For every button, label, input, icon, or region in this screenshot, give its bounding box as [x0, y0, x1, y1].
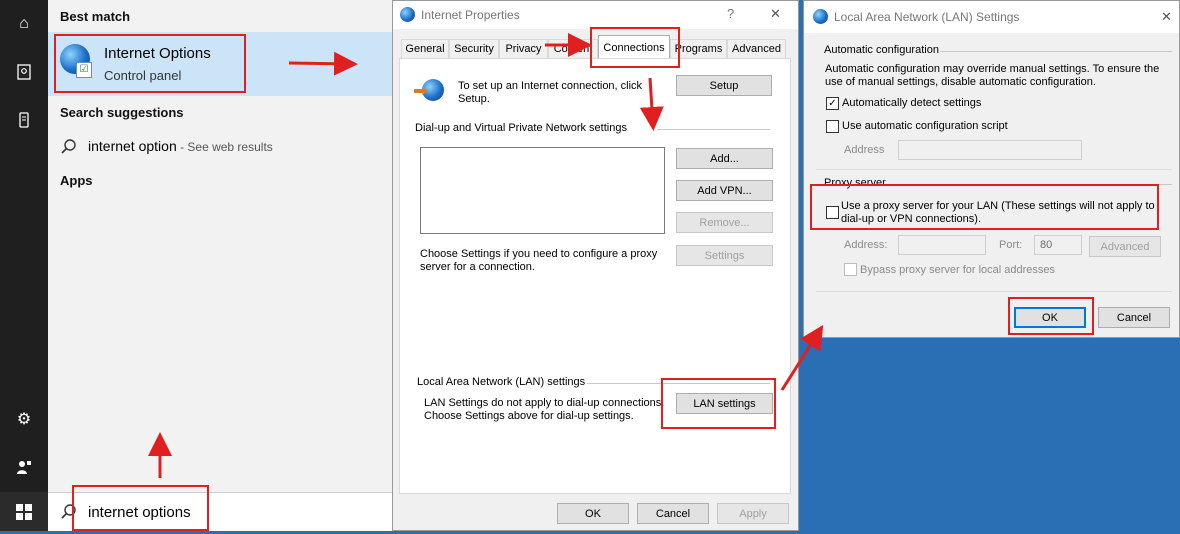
tab-security[interactable]: Security [449, 39, 499, 58]
auto-config-note: Automatic configuration may override man… [825, 63, 1160, 88]
internet-properties-dialog: Internet Properties ? ✕ General Security… [392, 0, 799, 531]
internet-properties-titlebar: Internet Properties ? ✕ [393, 1, 798, 29]
settings-button[interactable]: Settings [676, 245, 773, 266]
web-suggestion-item[interactable]: internet option - See web results [48, 134, 392, 160]
add-button[interactable]: Add... [676, 148, 773, 169]
highlight-best-match [54, 34, 246, 93]
highlight-connections-tab [590, 27, 680, 68]
tab-privacy[interactable]: Privacy [499, 39, 548, 58]
lan-note-1: LAN Settings do not apply to dial-up con… [424, 397, 665, 409]
internet-globe-icon [400, 7, 415, 22]
cancel-button[interactable]: Cancel [637, 503, 709, 524]
highlight-lan-settings-button [661, 378, 776, 429]
port-label: Port: [999, 239, 1023, 251]
best-match-heading: Best match [60, 9, 131, 24]
highlight-ok-button [1008, 297, 1094, 335]
tab-advanced[interactable]: Advanced [727, 39, 786, 58]
bypass-local-label: Bypass proxy server for local addresses [860, 264, 1056, 276]
lan-note-2: Choose Settings above for dial-up settin… [424, 410, 634, 422]
address-label: Address [844, 144, 885, 156]
start-menu-sidebar: ⌂ ⚙ [0, 0, 48, 531]
dialog-title: Internet Properties [421, 8, 520, 22]
advanced-button[interactable]: Advanced [1089, 236, 1161, 257]
group-frame-bottom [816, 169, 1172, 170]
lan-cancel-button[interactable]: Cancel [1098, 307, 1170, 328]
lan-settings-dialog: Local Area Network (LAN) Settings ✕ Auto… [803, 0, 1180, 338]
group-frame-bottom [816, 291, 1172, 292]
auto-detect-label: Automatically detect settings [842, 97, 982, 109]
windows-logo-icon [16, 504, 32, 520]
apply-button[interactable]: Apply [717, 503, 789, 524]
group-divider [940, 51, 1172, 52]
device-icon[interactable] [12, 108, 36, 132]
auto-script-label: Use automatic configuration script [842, 120, 1008, 132]
group-divider [657, 129, 770, 130]
windows-start-button[interactable] [0, 492, 48, 531]
setup-text: To set up an Internet connection, click … [458, 80, 643, 105]
bypass-local-checkbox[interactable] [844, 263, 857, 276]
highlight-use-proxy [810, 184, 1159, 230]
internet-globe-icon [813, 9, 828, 24]
home-icon[interactable]: ⌂ [12, 12, 36, 36]
script-address-input[interactable] [898, 140, 1082, 160]
help-button[interactable]: ? [727, 6, 734, 21]
search-icon [61, 139, 76, 154]
documents-icon[interactable] [12, 60, 36, 84]
connections-list[interactable] [420, 147, 665, 234]
highlight-search-box [72, 485, 209, 531]
user-feedback-icon[interactable] [12, 455, 36, 479]
close-icon[interactable]: ✕ [770, 6, 781, 22]
auto-config-heading: Automatic configuration [824, 44, 939, 56]
auto-script-checkbox[interactable] [826, 120, 839, 133]
lan-settings-titlebar: Local Area Network (LAN) Settings ✕ [804, 1, 1179, 33]
dialog-title: Local Area Network (LAN) Settings [834, 10, 1020, 24]
suggestion-text: internet option - See web results [88, 138, 273, 154]
apps-heading: Apps [60, 173, 93, 188]
auto-detect-checkbox[interactable]: ✓ [826, 97, 839, 110]
setup-button[interactable]: Setup [676, 75, 772, 96]
search-suggestions-heading: Search suggestions [60, 105, 184, 120]
settings-gear-icon[interactable]: ⚙ [12, 407, 36, 431]
proxy-address-input[interactable] [898, 235, 986, 255]
add-vpn-button[interactable]: Add VPN... [676, 180, 773, 201]
ok-button[interactable]: OK [557, 503, 629, 524]
proxy-note: Choose Settings if you need to configure… [420, 248, 658, 273]
remove-button[interactable]: Remove... [676, 212, 773, 233]
close-icon[interactable]: ✕ [1161, 9, 1172, 25]
proxy-address-label: Address: [844, 239, 888, 251]
port-input[interactable]: 80 [1034, 235, 1082, 255]
lan-settings-heading: Local Area Network (LAN) settings [417, 376, 586, 388]
dialup-vpn-heading: Dial-up and Virtual Private Network sett… [415, 122, 627, 134]
tab-general[interactable]: General [401, 39, 449, 58]
